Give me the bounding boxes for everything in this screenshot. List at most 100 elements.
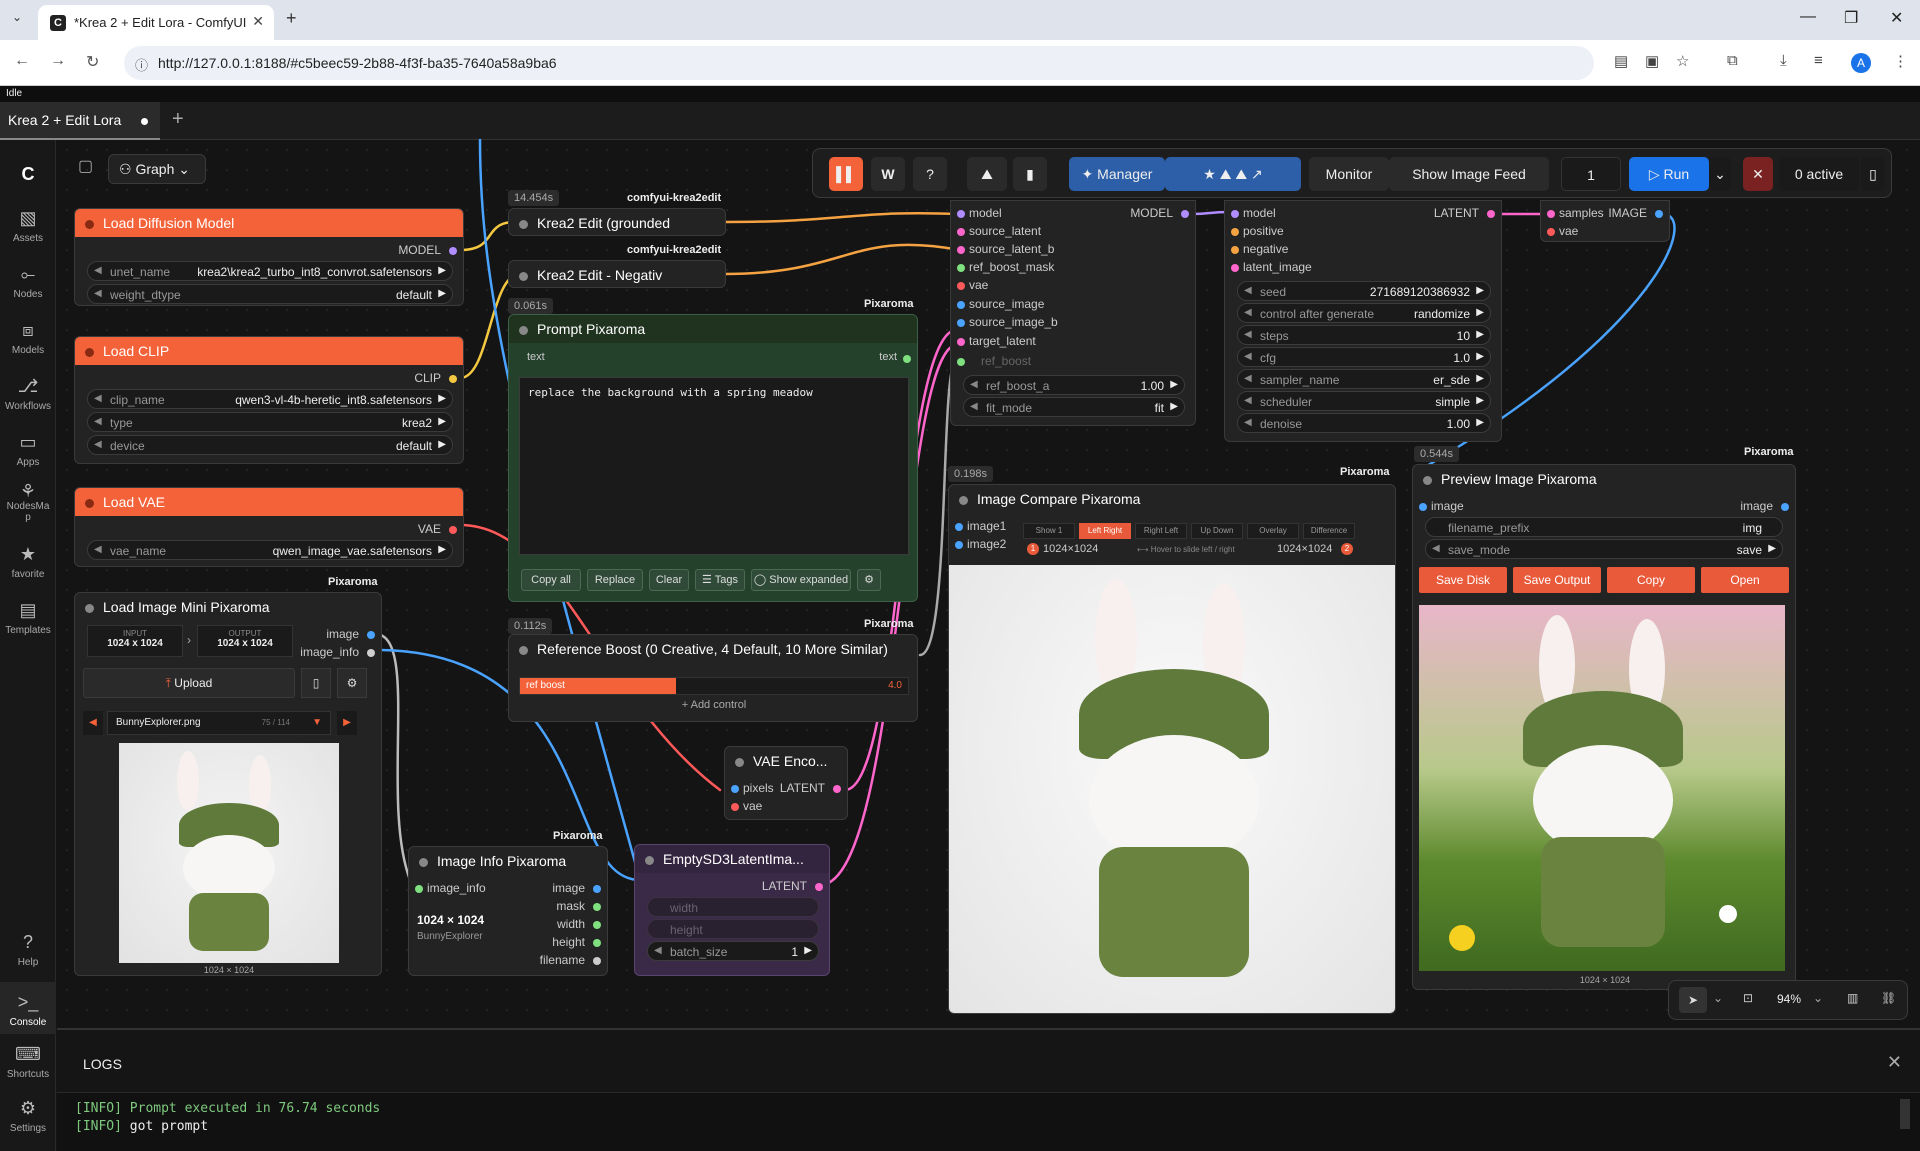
- tab-right-left[interactable]: Right Left: [1135, 523, 1187, 539]
- url-field[interactable]: ⓘ http://127.0.0.1:8188/#c5beec59-2b88-4…: [124, 46, 1594, 80]
- input-dot[interactable]: [1231, 264, 1239, 272]
- output-dot[interactable]: [367, 649, 375, 657]
- input-dot[interactable]: [957, 338, 965, 346]
- preview-image-node[interactable]: Preview Image Pixaroma image image filen…: [1412, 464, 1796, 990]
- input-dot[interactable]: [957, 264, 965, 272]
- empty-sd3-latent-node[interactable]: EmptySD3LatentIma... LATENT width height…: [634, 844, 830, 976]
- tab-up-down[interactable]: Up Down: [1191, 523, 1243, 539]
- vae-name-widget[interactable]: ◀ vae_name qwen_image_vae.safetensors ▶: [87, 540, 453, 560]
- gear-icon[interactable]: ⚙: [337, 668, 367, 698]
- input-dot[interactable]: [957, 301, 965, 309]
- output-dot[interactable]: [593, 885, 601, 893]
- help-icon[interactable]: ?: [913, 157, 947, 191]
- sidebar-item-favorite[interactable]: ★ favorite: [0, 544, 56, 580]
- fit-mode-widget[interactable]: ◀ fit_mode fit ▶: [963, 397, 1185, 417]
- copy-button[interactable]: Copy: [1607, 567, 1695, 593]
- close-logs-icon[interactable]: ✕: [1887, 1052, 1902, 1073]
- show-image-feed-button[interactable]: Show Image Feed: [1389, 157, 1549, 191]
- run-button[interactable]: ▷ Run: [1629, 157, 1709, 191]
- comfy-logo-icon[interactable]: C: [0, 164, 56, 189]
- copy-all-button[interactable]: Copy all: [521, 569, 581, 591]
- prompt-pixaroma-node[interactable]: Prompt Pixaroma text text replace the ba…: [508, 314, 918, 602]
- krea2-edit-grounded-node[interactable]: Krea2 Edit (grounded: [508, 208, 726, 236]
- save-disk-button[interactable]: Save Disk: [1419, 567, 1507, 593]
- forward-icon[interactable]: →: [50, 52, 66, 70]
- width-widget[interactable]: width: [647, 897, 819, 917]
- ref-boost-slider[interactable]: ref boost 4.0: [519, 677, 909, 695]
- output-dot[interactable]: [367, 631, 375, 639]
- save-mode-widget[interactable]: ◀ save_mode save ▶: [1425, 539, 1783, 559]
- reading-list-icon[interactable]: ≡: [1814, 52, 1823, 69]
- show-expanded-button[interactable]: ◯ Show expanded: [751, 569, 851, 591]
- load-diffusion-model-node[interactable]: Load Diffusion Model MODEL ◀ unet_name kre…: [74, 208, 464, 306]
- input-dot[interactable]: [415, 885, 423, 893]
- scheduler-widget[interactable]: ◀ scheduler simple ▶: [1237, 391, 1491, 411]
- replace-button[interactable]: Replace: [587, 569, 643, 591]
- image-compare-node[interactable]: Image Compare Pixaroma image1 image2 Sho…: [948, 484, 1396, 1014]
- vae-decode-node[interactable]: samples IMAGE vae: [1540, 200, 1670, 242]
- extensions-icon[interactable]: ⧉: [1727, 52, 1738, 69]
- crystools-icon[interactable]: ⛰: [967, 157, 1007, 191]
- browser-tab[interactable]: C *Krea 2 + Edit Lora - ComfyUI ✕: [38, 5, 274, 40]
- output-dot[interactable]: [903, 355, 911, 363]
- output-dot[interactable]: [1655, 210, 1663, 218]
- clear-button[interactable]: Clear: [649, 569, 689, 591]
- log-scrollbar[interactable]: [1900, 1099, 1910, 1129]
- new-tab-icon[interactable]: +: [286, 8, 297, 29]
- ksampler-node[interactable]: model LATENT positive negative latent_im…: [1224, 200, 1502, 442]
- prompt-textarea[interactable]: replace the background with a spring mea…: [519, 377, 909, 555]
- output-dot[interactable]: [449, 375, 457, 383]
- sidebar-help[interactable]: ? Help: [0, 932, 56, 968]
- sidebar-item-nodes[interactable]: ⟜ Nodes: [0, 264, 56, 300]
- clipboard-icon[interactable]: ▯: [301, 668, 331, 698]
- browser-menu-icon[interactable]: ⋮: [1893, 52, 1908, 70]
- output-dot[interactable]: [449, 247, 457, 255]
- panel-toggle-icon[interactable]: ▢: [78, 156, 108, 182]
- input-dot[interactable]: [1231, 210, 1239, 218]
- sidebar-item-models[interactable]: ⧈ Models: [0, 320, 56, 356]
- workflow-tab[interactable]: Krea 2 + Edit Lora: [0, 102, 160, 140]
- compare-image[interactable]: [949, 565, 1395, 1013]
- input-dot[interactable]: [957, 228, 965, 236]
- input-dot[interactable]: [955, 523, 963, 531]
- save-output-button[interactable]: Save Output: [1513, 567, 1601, 593]
- load-clip-node[interactable]: Load CLIP CLIP ◀ clip_name qwen3-vl-4b-her…: [74, 336, 464, 464]
- output-dot[interactable]: [815, 883, 823, 891]
- bookmark-icon[interactable]: ▮: [1013, 157, 1047, 191]
- sidebar-console[interactable]: >_ Console: [0, 982, 56, 1034]
- output-dot[interactable]: [593, 903, 601, 911]
- sidebar-item-workflows[interactable]: ⎇ Workflows: [0, 376, 56, 412]
- back-icon[interactable]: ←: [14, 52, 30, 70]
- input-dot[interactable]: [1231, 246, 1239, 254]
- right-panel-icon[interactable]: ▯: [1861, 157, 1885, 191]
- unet-name-widget[interactable]: ◀ unet_name krea2\krea2_turbo_int8_convrot…: [87, 261, 453, 281]
- add-control-button[interactable]: + Add control: [509, 699, 917, 711]
- sidebar-shortcuts[interactable]: ⌨ Shortcuts: [0, 1044, 56, 1080]
- batch-size-widget[interactable]: ◀ batch_size 1 ▶: [647, 941, 819, 961]
- tab-left-right[interactable]: Left Right: [1079, 523, 1131, 539]
- input-dot[interactable]: [957, 319, 965, 327]
- output-dot[interactable]: [593, 957, 601, 965]
- input-dot[interactable]: [731, 803, 739, 811]
- cfg-widget[interactable]: ◀ cfg 1.0 ▶: [1237, 347, 1491, 367]
- image-info-node[interactable]: Image Info Pixaroma image_info image mas…: [408, 846, 608, 976]
- settings-gear-icon[interactable]: ⚙: [857, 569, 881, 591]
- close-tab-icon[interactable]: ✕: [252, 13, 264, 30]
- manager-button[interactable]: ✦ Manager: [1069, 157, 1165, 191]
- input-dot[interactable]: [955, 541, 963, 549]
- input-dot[interactable]: [1547, 210, 1555, 218]
- input-dot[interactable]: [1547, 228, 1555, 236]
- type-widget[interactable]: ◀ type krea2 ▶: [87, 412, 453, 432]
- chevron-down-icon[interactable]: ⌄: [1813, 991, 1823, 1005]
- cancel-icon[interactable]: ✕: [1743, 157, 1773, 191]
- output-dot[interactable]: [449, 526, 457, 534]
- file-select[interactable]: BunnyExplorer.png 75 / 114 ▼: [107, 711, 331, 735]
- input-dot[interactable]: [1419, 503, 1427, 511]
- output-dot[interactable]: [593, 921, 601, 929]
- steps-widget[interactable]: ◀ steps 10 ▶: [1237, 325, 1491, 345]
- w-icon[interactable]: W: [871, 157, 905, 191]
- active-jobs[interactable]: 0 active: [1779, 157, 1859, 191]
- site-info-icon[interactable]: ⓘ: [135, 55, 148, 74]
- sidebar-settings[interactable]: ⚙ Settings: [0, 1098, 56, 1134]
- sidebar-item-nodesmap[interactable]: ⚘ NodesMa p: [0, 482, 56, 523]
